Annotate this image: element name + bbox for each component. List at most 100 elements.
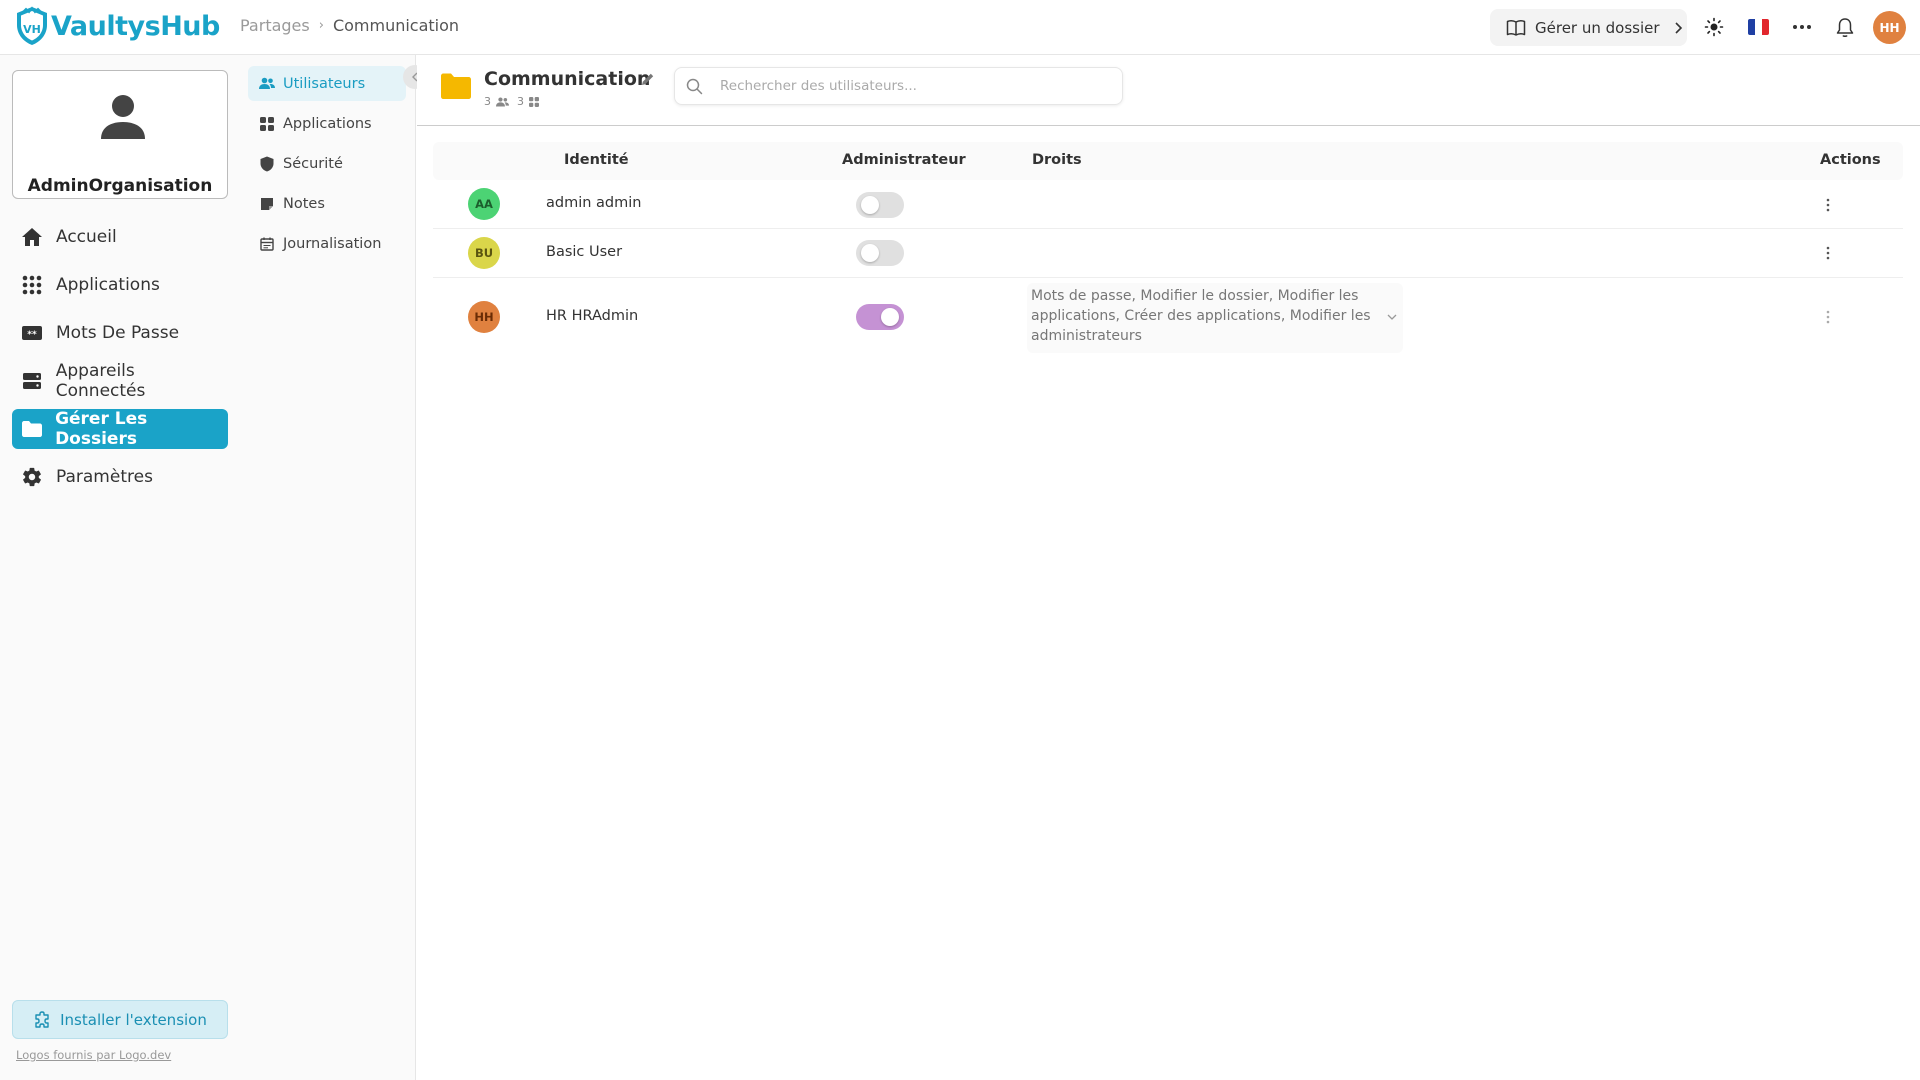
search-input[interactable] [720, 78, 1100, 94]
subnav-label: Applications [283, 115, 372, 132]
column-header-identity[interactable]: Identité [564, 152, 629, 168]
nav-item-mots-de-passe[interactable]: ** Mots De Passe [12, 313, 228, 353]
chevron-down-icon[interactable] [1386, 311, 1398, 323]
user-avatar: AA [468, 188, 500, 220]
app-logo[interactable]: VH VaultysHub [14, 6, 220, 46]
main-sidebar: AdminOrganisation Accueil Applications *… [0, 55, 240, 1080]
nav-item-accueil[interactable]: Accueil [12, 217, 228, 257]
grid-icon [20, 273, 44, 297]
nav-label: Gérer Les Dossiers [55, 409, 148, 449]
more-menu-button[interactable] [1790, 15, 1814, 39]
chevron-right-icon [1674, 21, 1682, 34]
folder-app-count: 3 [517, 95, 524, 108]
search-users[interactable] [674, 67, 1123, 105]
folder-user-count: 3 [484, 95, 491, 108]
users-icon [496, 96, 509, 106]
nav-item-gerer-les-dossiers[interactable]: Gérer Les Dossiers [12, 409, 228, 449]
install-extension-button[interactable]: Installer l'extension [12, 1000, 228, 1039]
user-name: admin admin [546, 195, 642, 211]
person-icon [101, 95, 145, 139]
shield-icon [259, 156, 275, 172]
sun-icon [1704, 17, 1724, 37]
top-header: VH VaultysHub Partages › Communication G… [0, 0, 1920, 55]
notifications-button[interactable] [1833, 15, 1857, 39]
nav-item-parametres[interactable]: Paramètres [12, 457, 228, 497]
breadcrumb-separator: › [318, 18, 324, 33]
theme-toggle-button[interactable] [1702, 15, 1726, 39]
table-row: AA admin admin [433, 180, 1903, 229]
app-name: VaultysHub [51, 10, 220, 42]
dots-vertical-icon[interactable] [1825, 197, 1831, 213]
subnav-item-notes[interactable]: Notes [248, 186, 406, 221]
search-icon [686, 78, 703, 94]
subnav-label: Journalisation [283, 235, 382, 252]
subnav-label: Utilisateurs [283, 75, 366, 92]
nav-label: Applications [56, 275, 160, 295]
admin-toggle[interactable] [856, 240, 904, 266]
folder-title: Communication [484, 68, 651, 90]
column-header-admin[interactable]: Administrateur [842, 152, 966, 168]
book-icon [1506, 19, 1526, 36]
user-name: Basic User [546, 244, 623, 260]
nav-item-appareils-connectes[interactable]: Appareils Connectés [12, 361, 228, 401]
shield-logo-icon: VH [17, 6, 47, 45]
dots-vertical-icon[interactable] [1825, 309, 1831, 325]
subnav-item-applications[interactable]: Applications [248, 106, 406, 141]
pencil-icon[interactable] [641, 72, 655, 86]
breadcrumb: Partages › Communication [240, 16, 459, 35]
nav-label: Mots De Passe [56, 323, 180, 343]
user-avatar[interactable]: HH [1873, 11, 1906, 44]
nav-label: Appareils Connectés [55, 361, 146, 401]
folder-header: Communication 3 3 [417, 55, 1920, 126]
column-header-actions: Actions [1820, 152, 1881, 168]
folder-icon [441, 73, 471, 99]
folder-meta: 3 3 [484, 95, 547, 108]
dots-horizontal-icon [1793, 25, 1811, 29]
folder-icon [20, 417, 43, 441]
user-name: HR HRAdmin [546, 308, 639, 324]
organisation-card[interactable]: AdminOrganisation [12, 70, 228, 199]
gear-icon [20, 465, 44, 489]
nav-item-applications[interactable]: Applications [12, 265, 228, 305]
admin-toggle[interactable] [856, 192, 904, 218]
column-header-rights[interactable]: Droits [1032, 152, 1082, 168]
puzzle-icon [35, 1010, 49, 1028]
rights-value: Mots de passe, Modifier le dossier, Modi… [1031, 288, 1371, 344]
subnav-label: Notes [283, 195, 325, 212]
folder-subnav: Utilisateurs Applications Sécurité Notes [240, 55, 427, 1080]
nav-label: Paramètres [56, 467, 153, 487]
svg-text:VH: VH [23, 23, 41, 36]
grid-icon [529, 96, 539, 107]
logos-credit-link[interactable]: Logos fournis par Logo.dev [16, 1048, 171, 1062]
breadcrumb-current: Communication [332, 16, 460, 35]
nav-label: Accueil [56, 227, 117, 247]
users-icon [259, 76, 275, 92]
note-icon [259, 196, 275, 212]
admin-toggle[interactable] [856, 304, 904, 330]
table-header: Identité Administrateur Droits Actions [433, 142, 1903, 180]
calendar-icon [259, 236, 275, 252]
subnav-item-journalisation[interactable]: Journalisation [248, 226, 406, 261]
dots-vertical-icon[interactable] [1825, 245, 1831, 261]
home-icon [20, 225, 44, 249]
main-content: Communication 3 3 Identité [417, 55, 1920, 1080]
main-nav: Accueil Applications ** Mots De Passe Ap… [12, 217, 228, 505]
bell-icon [1836, 17, 1854, 37]
manage-folder-button[interactable]: Gérer un dossier [1490, 9, 1687, 46]
language-flag-icon[interactable] [1748, 19, 1769, 35]
subnav-item-utilisateurs[interactable]: Utilisateurs [248, 66, 406, 101]
user-avatar: BU [468, 237, 500, 269]
subnav-item-securite[interactable]: Sécurité [248, 146, 406, 181]
password-icon: ** [20, 321, 44, 345]
breadcrumb-parent[interactable]: Partages [240, 16, 310, 35]
grid-icon [259, 116, 275, 132]
user-avatar: HH [468, 301, 500, 333]
manage-folder-label: Gérer un dossier [1535, 18, 1660, 37]
users-table: Identité Administrateur Droits Actions A… [433, 142, 1903, 356]
svg-text:**: ** [27, 330, 37, 340]
install-extension-label: Installer l'extension [60, 1010, 207, 1029]
subnav-label: Sécurité [283, 155, 343, 172]
devices-icon [20, 369, 44, 393]
table-row: BU Basic User [433, 229, 1903, 278]
organisation-name: AdminOrganisation [27, 176, 213, 196]
